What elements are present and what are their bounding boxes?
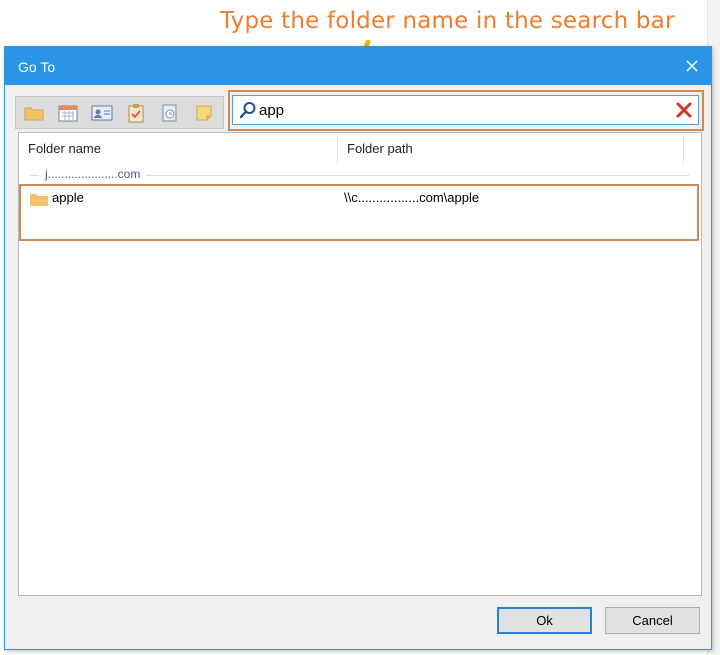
folder-icon: [24, 107, 44, 121]
notes-icon: [196, 105, 212, 121]
column-header-folder-name[interactable]: Folder name: [19, 133, 337, 165]
contacts-folder-button[interactable]: [88, 101, 116, 125]
folder-type-toolbar: [15, 96, 224, 129]
mail-folder-button[interactable]: [20, 101, 48, 125]
search-input[interactable]: [259, 99, 659, 121]
journal-icon: [162, 104, 177, 122]
calendar-folder-button[interactable]: [54, 101, 82, 125]
search-icon: [239, 102, 256, 119]
column-header-folder-path[interactable]: Folder path: [338, 133, 683, 165]
calendar-icon: [58, 105, 78, 122]
contacts-icon: [91, 105, 113, 121]
close-button[interactable]: [679, 53, 705, 79]
close-icon: [686, 60, 698, 72]
column-separator[interactable]: [683, 137, 684, 163]
annotation-text: Type the folder name in the search bar: [220, 8, 675, 34]
cancel-button[interactable]: Cancel: [605, 607, 700, 634]
mailbox-group-label: j.....................com: [39, 167, 147, 181]
tasks-icon: [128, 104, 144, 123]
go-to-dialog: Go To app Folder name Folder path j.....…: [4, 46, 712, 650]
notes-folder-button[interactable]: [190, 101, 218, 125]
journal-folder-button[interactable]: [156, 101, 184, 125]
dialog-titlebar: Go To: [5, 47, 711, 85]
search-bar[interactable]: [232, 95, 699, 125]
dialog-title: Go To: [18, 59, 56, 75]
result-highlight-box: [19, 184, 699, 241]
clear-search-button[interactable]: [674, 100, 694, 120]
ok-button[interactable]: Ok: [497, 607, 592, 634]
tasks-folder-button[interactable]: [122, 101, 150, 125]
clear-icon: [676, 102, 692, 118]
